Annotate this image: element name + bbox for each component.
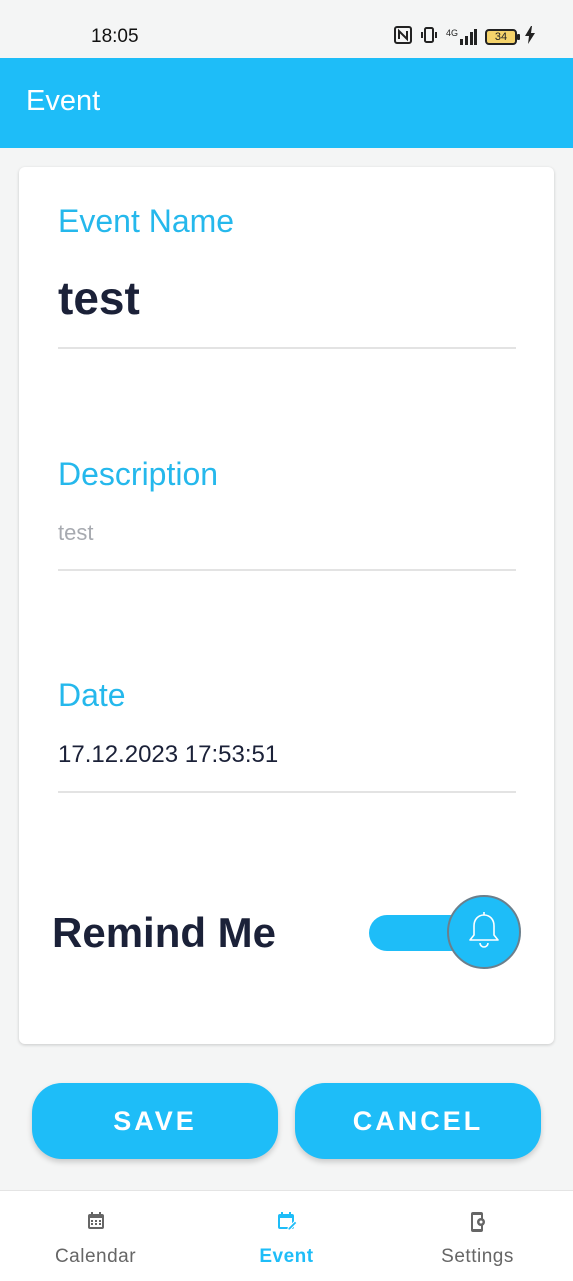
- description-field[interactable]: test: [58, 520, 93, 546]
- remind-toggle-knob[interactable]: [447, 895, 521, 969]
- nav-item-event[interactable]: Event: [191, 1191, 382, 1281]
- calendar-icon: [86, 1211, 106, 1235]
- charging-icon: [525, 26, 535, 48]
- nav-label-settings: Settings: [441, 1246, 514, 1267]
- divider: [58, 347, 516, 349]
- page-title: Event: [26, 85, 101, 117]
- status-bar: 18:05 4G 34: [0, 0, 573, 58]
- save-button[interactable]: SAVE: [32, 1083, 278, 1159]
- nav-label-event: Event: [259, 1246, 314, 1267]
- cancel-button[interactable]: CANCEL: [295, 1083, 541, 1159]
- battery-icon: 34: [485, 29, 520, 45]
- event-name-label: Event Name: [58, 203, 235, 239]
- status-time: 18:05: [91, 26, 139, 47]
- bottom-nav: Calendar Event Settings: [0, 1190, 573, 1281]
- event-name-field[interactable]: test: [58, 271, 140, 325]
- vibrate-icon: [420, 26, 438, 48]
- date-field[interactable]: 17.12.2023 17:53:51: [58, 741, 278, 769]
- divider: [58, 791, 516, 793]
- nav-label-calendar: Calendar: [54, 1246, 137, 1267]
- settings-phone-icon: [468, 1211, 488, 1237]
- signal-icon: 4G: [446, 28, 477, 46]
- date-label: Date: [58, 677, 126, 713]
- description-label: Description: [58, 456, 219, 492]
- remind-me-label: Remind Me: [52, 909, 277, 956]
- nav-item-calendar[interactable]: Calendar: [0, 1191, 191, 1281]
- event-edit-icon: [276, 1211, 298, 1235]
- event-form-card: Event Name test Description test Date 17…: [19, 167, 554, 1044]
- network-label: 4G: [445, 28, 458, 38]
- status-icons: 4G 34: [393, 26, 535, 48]
- bell-icon: [467, 911, 501, 953]
- app-bar: Event: [0, 58, 573, 148]
- nav-item-settings[interactable]: Settings: [382, 1191, 573, 1281]
- nfc-icon: [393, 26, 412, 48]
- divider: [58, 569, 516, 571]
